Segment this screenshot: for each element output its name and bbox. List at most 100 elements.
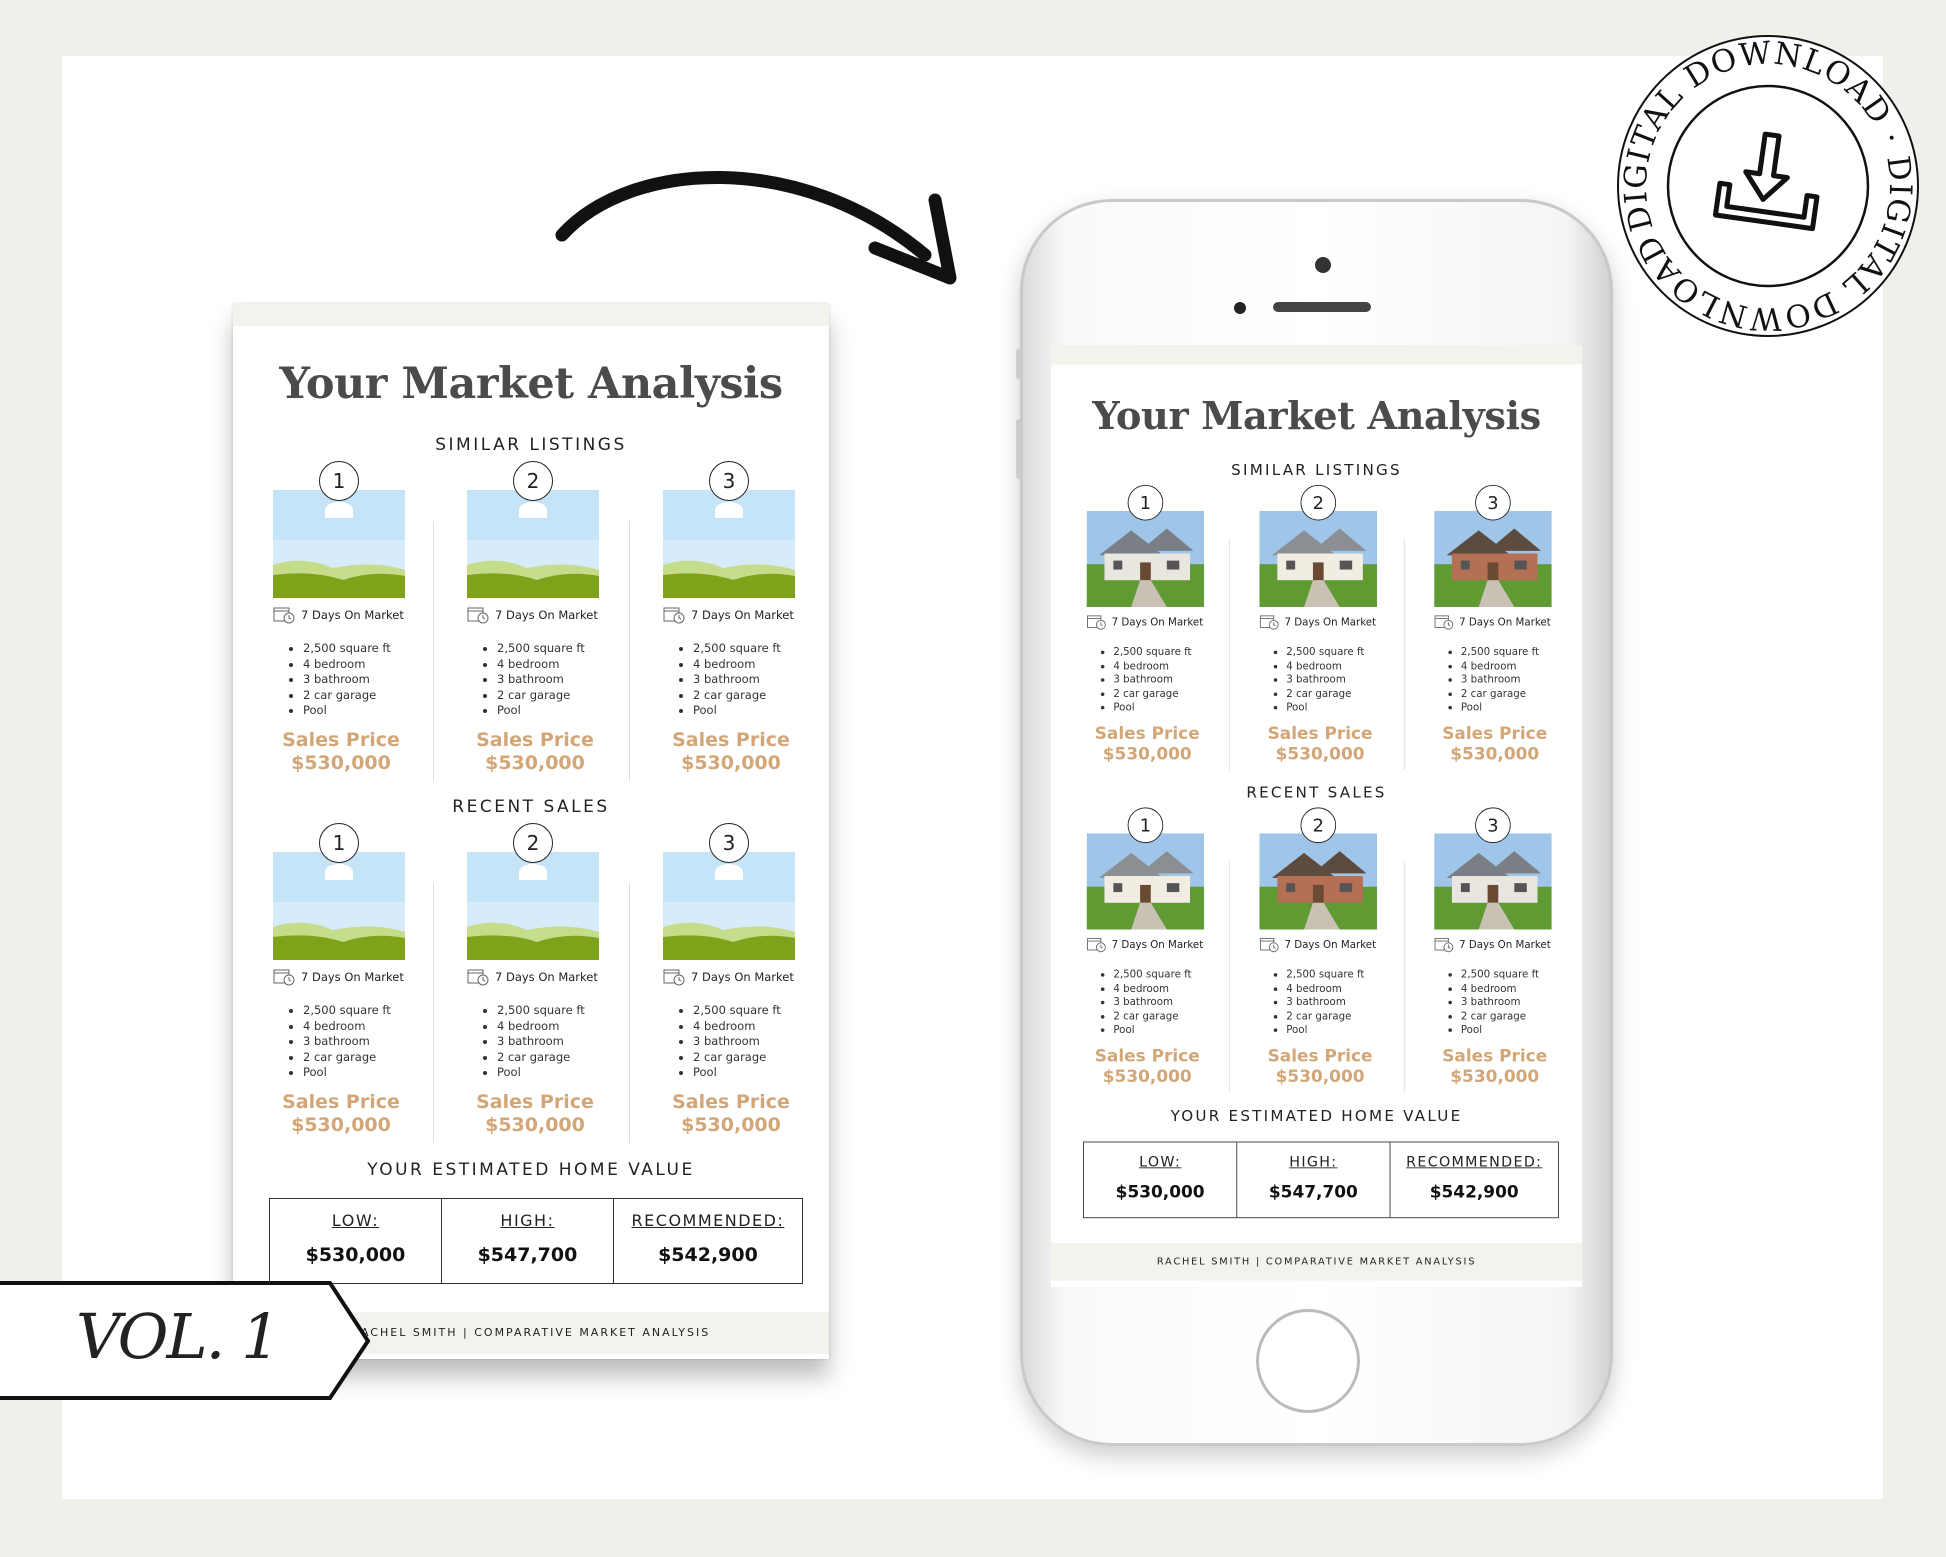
page-title: Your Market Analysis	[279, 359, 783, 409]
sales-price-label: Sales Price	[476, 729, 594, 751]
feature-list: 2,500 square ft4 bedroom3 bathroom2 car …	[1101, 645, 1191, 714]
feature-item: 2 car garage	[1113, 1009, 1191, 1023]
feature-item: 2,500 square ft	[693, 1003, 781, 1019]
feature-item: 2,500 square ft	[1286, 968, 1364, 982]
estimated-value-table: LOW: $530,000 HIGH: $547,700 RECOMMENDED: $54…	[269, 1198, 803, 1284]
sale-card: 3 7 Days On Market 2,500 square ft4 bedr…	[1415, 807, 1575, 1092]
sales-price-value: $530,000	[1102, 1066, 1192, 1087]
sales-price-label: Sales Price	[1442, 723, 1548, 744]
calendar-clock-icon	[1259, 615, 1279, 630]
calendar-clock-icon	[663, 969, 685, 986]
value-label: LOW:	[331, 1211, 380, 1230]
days-on-market: 7 Days On Market	[663, 968, 794, 986]
feature-item: 2,500 square ft	[1461, 968, 1539, 982]
page-title: Your Market Analysis	[1092, 394, 1541, 439]
column-divider	[433, 883, 434, 1143]
days-on-market-text: 7 Days On Market	[1459, 938, 1551, 951]
property-image	[273, 490, 405, 598]
calendar-clock-icon	[663, 607, 685, 624]
sales-price-value: $530,000	[1450, 744, 1540, 764]
value-label: HIGH:	[500, 1211, 555, 1230]
feature-list: 2,500 square ft4 bedroom3 bathroom2 car …	[1448, 645, 1539, 714]
vol-banner-text: VOL. 1	[76, 1300, 281, 1373]
column-divider	[1229, 860, 1231, 1093]
listing-card: 3 7 Days On Market 2,500 square ft4 bedr…	[641, 461, 821, 781]
sales-price-label: Sales Price	[672, 729, 790, 751]
feature-item: 2,500 square ft	[1113, 645, 1191, 659]
sales-price-label: Sales Price	[476, 1091, 594, 1113]
feature-item: 2,500 square ft	[303, 1003, 391, 1019]
feature-item: 2 car garage	[303, 1050, 391, 1066]
feature-item: 4 bedroom	[303, 1019, 391, 1035]
days-on-market-text: 7 Days On Market	[1284, 938, 1377, 951]
image-placeholder-icon	[467, 490, 599, 598]
feature-item: 2,500 square ft	[1461, 645, 1539, 659]
house-photo	[1086, 510, 1205, 607]
feature-item: Pool	[1113, 1023, 1191, 1037]
sale-card: 2 7 Days On Market 2,500 square ft4 bedr…	[445, 823, 625, 1143]
value-amount: $542,900	[1429, 1182, 1519, 1203]
house-photo	[1086, 833, 1205, 930]
market-analysis-document: Your Market Analysis SIMILAR LISTINGS RE…	[233, 304, 829, 1359]
card-number: 2	[1300, 484, 1337, 521]
feature-item: 2 car garage	[1461, 687, 1539, 701]
feature-item: Pool	[1286, 701, 1364, 715]
property-image	[663, 852, 795, 960]
sales-price-value: $530,000	[1275, 1066, 1365, 1087]
sales-price-value: $530,000	[485, 1114, 585, 1136]
days-on-market: 7 Days On Market	[663, 606, 794, 624]
feature-item: 4 bedroom	[303, 657, 391, 673]
feature-item: 3 bathroom	[497, 1034, 585, 1050]
feature-item: 4 bedroom	[1113, 982, 1191, 996]
property-image	[1259, 510, 1378, 607]
sales-price-value: $530,000	[485, 752, 585, 774]
sales-price-value: $530,000	[1275, 744, 1365, 764]
sales-price-label: Sales Price	[1267, 723, 1373, 744]
property-image	[1259, 833, 1378, 930]
days-on-market: 7 Days On Market	[1087, 614, 1203, 630]
feature-list: 2,500 square ft4 bedroom3 bathroom2 car …	[289, 641, 391, 719]
feature-item: Pool	[1461, 701, 1539, 715]
value-amount: $530,000	[1115, 1182, 1205, 1203]
image-placeholder-icon	[273, 490, 405, 598]
calendar-clock-icon	[1434, 937, 1454, 953]
feature-item: 2 car garage	[1461, 1009, 1539, 1023]
value-label: RECOMMENDED:	[631, 1211, 785, 1230]
value-amount: $547,700	[477, 1244, 578, 1266]
card-number: 1	[1127, 484, 1164, 521]
listing-card: 2 7 Days On Market 2,500 square ft4 bedr…	[1240, 484, 1400, 770]
column-divider	[1403, 860, 1405, 1093]
feature-item: 3 bathroom	[693, 1034, 781, 1050]
sales-price-value: $530,000	[291, 752, 391, 774]
calendar-clock-icon	[273, 607, 295, 624]
feature-item: 4 bedroom	[1461, 982, 1539, 996]
listing-card: 1 7 Days On Market 2,500 square ft4 bedr…	[251, 461, 431, 781]
house-photo	[1434, 510, 1552, 607]
feature-item: 2 car garage	[1286, 1009, 1364, 1023]
phone-speaker	[1273, 302, 1371, 312]
value-amount: $547,700	[1268, 1182, 1358, 1203]
feature-item: Pool	[1461, 1023, 1539, 1037]
days-on-market: 7 Days On Market	[1259, 614, 1376, 630]
column-divider	[1229, 538, 1231, 771]
feature-item: 2,500 square ft	[1113, 968, 1191, 982]
feature-item: 2,500 square ft	[497, 641, 585, 657]
feature-item: 3 bathroom	[1113, 995, 1191, 1009]
image-placeholder-icon	[663, 490, 795, 598]
feature-item: 3 bathroom	[1286, 995, 1364, 1009]
value-amount: $530,000	[305, 1244, 406, 1266]
sales-price-label: Sales Price	[1094, 1046, 1200, 1066]
card-number: 2	[513, 823, 553, 863]
feature-item: Pool	[303, 1065, 391, 1081]
card-number: 3	[709, 461, 749, 501]
property-image	[467, 852, 599, 960]
sale-card: 1 7 Days On Market 2,500 square ft4 bedr…	[1067, 807, 1227, 1092]
market-analysis-document-mobile: Your Market Analysis SIMILAR LISTINGS RE…	[1051, 345, 1582, 1286]
recent-sales-heading: RECENT SALES	[452, 797, 610, 817]
feature-item: Pool	[693, 1065, 781, 1081]
feature-list: 2,500 square ft4 bedroom3 bathroom2 car …	[1101, 968, 1191, 1037]
value-label: RECOMMENDED:	[1406, 1153, 1543, 1171]
feature-item: 4 bedroom	[693, 1019, 781, 1035]
card-number: 2	[513, 461, 553, 501]
days-on-market-text: 7 Days On Market	[495, 970, 598, 984]
